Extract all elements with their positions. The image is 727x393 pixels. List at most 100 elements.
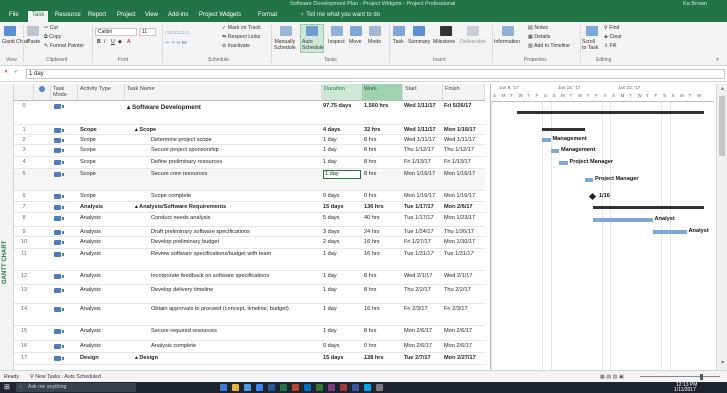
tab-task[interactable]: Task xyxy=(28,11,49,22)
auto-scheduled-icon[interactable] xyxy=(54,307,64,312)
table-row[interactable]: 16 Analysis Analysis complete 0 days 0 hrs Mo… xyxy=(14,341,485,353)
summary-button[interactable]: Summary xyxy=(408,39,430,45)
mode-button[interactable]: Mode xyxy=(368,39,381,45)
auto-scheduled-icon[interactable] xyxy=(54,205,64,210)
select-all-header[interactable] xyxy=(14,84,34,101)
duration-cell[interactable]: 1 day xyxy=(323,137,361,143)
chrome-icon[interactable] xyxy=(256,384,263,391)
auto-scheduled-icon[interactable] xyxy=(54,216,64,221)
start-cell[interactable]: Tue 2/7/17 xyxy=(404,355,442,361)
start-cell[interactable]: Wed 1/11/17 xyxy=(404,137,442,143)
font-size-select[interactable]: 11 xyxy=(139,28,156,36)
work-cell[interactable]: 24 hrs xyxy=(364,229,402,235)
task-name-cell[interactable]: Secure core resources xyxy=(151,171,325,177)
header-duration[interactable]: Duration xyxy=(322,84,362,101)
table-row[interactable]: 7 Analysis ▴ Analysis/Software Requirement… xyxy=(14,202,485,213)
outlook-icon[interactable] xyxy=(304,384,311,391)
duration-cell[interactable]: 1 day xyxy=(323,251,361,257)
gantt-chart-button[interactable]: Gantt Chart xyxy=(2,39,29,45)
start-cell[interactable]: Tue 1/31/17 xyxy=(404,251,442,257)
header-start[interactable]: Start xyxy=(403,84,443,101)
table-row[interactable]: 8 Analysis Conduct needs analysis 5 days 40 … xyxy=(14,213,485,227)
indent-icons[interactable]: ⇐ ⇒ ∞ ⋈ xyxy=(165,40,187,46)
duration-cell[interactable]: 1 day xyxy=(323,328,361,334)
work-cell[interactable]: 8 hrs xyxy=(364,159,402,165)
finish-cell[interactable]: Fri 1/13/17 xyxy=(444,159,484,165)
auto-scheduled-icon[interactable] xyxy=(54,240,64,245)
table-row[interactable]: 12 Analysis Incorporate feedback on softwa… xyxy=(14,271,485,285)
auto-scheduled-icon[interactable] xyxy=(54,104,64,109)
table-row[interactable]: 9 Analysis Draft preliminary software spec… xyxy=(14,227,485,237)
duration-cell[interactable]: 0 days xyxy=(323,343,361,349)
activity-type-cell[interactable]: Analysis xyxy=(80,215,124,221)
auto-scheduled-icon[interactable] xyxy=(54,148,64,153)
finish-cell[interactable]: Mon 1/30/17 xyxy=(444,239,484,245)
accept-entry-icon[interactable]: ✓ xyxy=(14,69,18,75)
percent-complete-icons[interactable]: ▭▭▭▭▭ xyxy=(165,30,190,36)
task-name-cell[interactable]: Determine project scope xyxy=(151,137,325,143)
work-cell[interactable]: 0 hrs xyxy=(364,343,402,349)
work-cell[interactable]: 8 hrs xyxy=(364,147,402,153)
work-cell[interactable]: 136 hrs xyxy=(364,204,402,210)
tab-project[interactable]: Project xyxy=(117,12,136,18)
settings-icon[interactable] xyxy=(376,384,383,391)
activity-type-cell[interactable]: Analysis xyxy=(80,273,124,279)
activity-type-cell[interactable]: Scope xyxy=(80,171,124,177)
search-box[interactable]: ○ Ask me anything xyxy=(16,383,136,392)
project-summary-bar[interactable] xyxy=(516,111,704,114)
scroll-to-task-icon[interactable] xyxy=(586,26,598,36)
duration-cell[interactable]: 1 day xyxy=(323,306,361,312)
move-button[interactable]: Move xyxy=(349,39,362,45)
information-button[interactable]: Information xyxy=(494,39,520,45)
summary-bar[interactable] xyxy=(593,205,704,209)
cancel-entry-icon[interactable]: ✕ xyxy=(4,69,8,75)
work-cell[interactable]: 1,560 hrs xyxy=(364,103,402,109)
skype-icon[interactable] xyxy=(364,384,371,391)
work-cell[interactable]: 40 hrs xyxy=(364,215,402,221)
tab-file[interactable]: File xyxy=(9,12,19,18)
table-row[interactable]: 0 ▴ Software Development 97.75 days 1,560 h… xyxy=(14,101,485,125)
auto-scheduled-icon[interactable] xyxy=(54,230,64,235)
bold-button[interactable]: B xyxy=(97,39,101,45)
copy-button[interactable]: ⧉ Copy xyxy=(44,34,61,41)
activity-type-cell[interactable]: Scope xyxy=(80,193,124,199)
table-row[interactable]: 2 Scope Determine project scope 1 day 8 hrs W… xyxy=(14,135,485,145)
clear-button[interactable]: ◈ Clear xyxy=(604,34,622,40)
task-name-cell[interactable]: ▴ Software Development xyxy=(127,103,317,111)
new-tasks-mode[interactable]: ⚲ New Tasks : Auto Scheduled xyxy=(30,374,101,380)
project-icon[interactable] xyxy=(316,384,323,391)
start-cell[interactable]: Tue 1/17/17 xyxy=(404,204,442,210)
tab-view[interactable]: View xyxy=(145,12,158,18)
scroll-up-icon[interactable]: ▲ xyxy=(720,86,725,92)
user-name[interactable]: Ka Brown xyxy=(683,1,707,7)
task-icon[interactable] xyxy=(393,26,405,36)
task-name-cell[interactable]: Define preliminary resources xyxy=(151,159,325,165)
task-bar[interactable] xyxy=(559,161,568,165)
start-cell[interactable]: Thu 1/12/17 xyxy=(404,147,442,153)
mode-icon[interactable] xyxy=(369,26,381,36)
table-row[interactable]: 4 Scope Define preliminary resources 1 day 8… xyxy=(14,157,485,169)
paste-icon[interactable] xyxy=(27,26,39,36)
table-row[interactable]: 3 Scope Secure project sponsorship 1 day 8 h… xyxy=(14,145,485,157)
inactivate-button[interactable]: ⊘ Inactivate xyxy=(222,43,250,49)
table-row[interactable]: 14 Analysis Obtain approvals to proceed (c… xyxy=(14,304,485,326)
font-color-icon[interactable]: A xyxy=(127,39,130,45)
task-button[interactable]: Task xyxy=(393,39,404,45)
cut-button[interactable]: ✂ Cut xyxy=(44,25,58,31)
work-cell[interactable]: 8 hrs xyxy=(364,273,402,279)
italic-button[interactable]: I xyxy=(104,39,105,45)
information-icon[interactable] xyxy=(502,26,514,36)
task-name-cell[interactable]: Conduct needs analysis xyxy=(151,215,325,221)
font-name-select[interactable]: Calibri xyxy=(95,28,137,36)
start-cell[interactable]: Fri 1/27/17 xyxy=(404,239,442,245)
table-row[interactable]: 10 Analysis Develop preliminary budget 2 da… xyxy=(14,237,485,249)
fill-button[interactable]: ⇩ Fill xyxy=(604,43,616,49)
work-cell[interactable]: 16 hrs xyxy=(364,306,402,312)
auto-scheduled-icon[interactable] xyxy=(54,138,64,143)
duration-cell[interactable]: 97.75 days xyxy=(323,103,361,109)
auto-scheduled-icon[interactable] xyxy=(54,252,64,257)
notes-button[interactable]: ▤ Notes xyxy=(528,25,548,31)
gantt-chart[interactable]: Jan 8, '17 Jan 15, '17 Jan 22, '17 S M T W T F S S… xyxy=(490,84,714,370)
auto-scheduled-icon[interactable] xyxy=(54,274,64,279)
task-name-cell[interactable]: Obtain approvals to proceed (concept, ti… xyxy=(151,306,325,312)
